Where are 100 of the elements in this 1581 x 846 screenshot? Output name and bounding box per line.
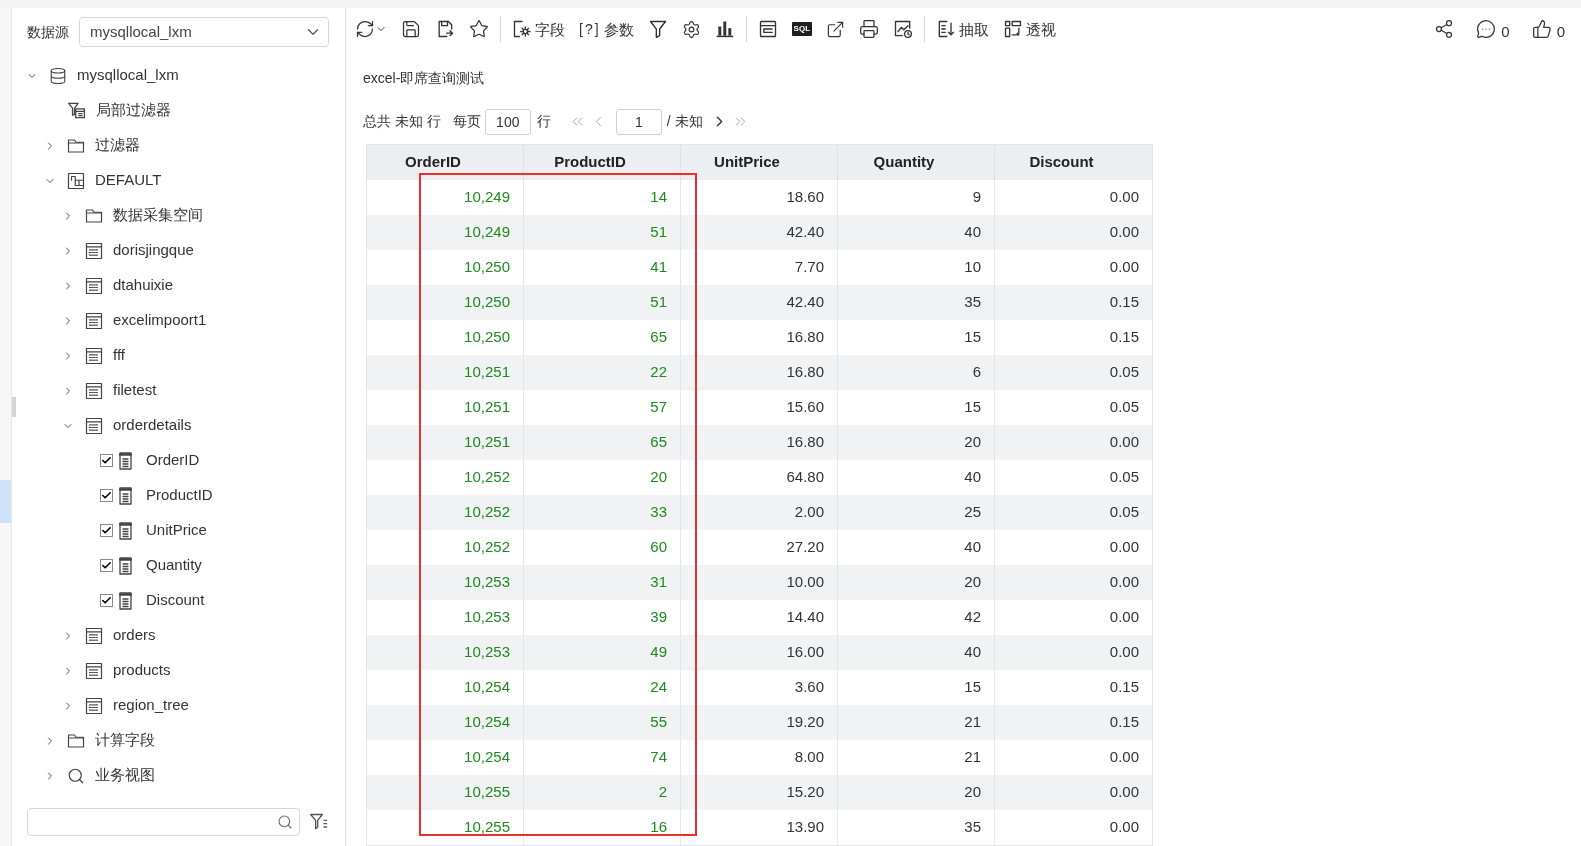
table-cell-text: 0.05 (1108, 397, 1140, 418)
table-icon (85, 311, 103, 330)
pivot-button[interactable]: 透视 (1003, 19, 1057, 39)
sql-button[interactable]: SQL (791, 22, 813, 36)
search-field[interactable] (27, 808, 300, 836)
grid-table-icon (67, 171, 85, 190)
tree-item[interactable]: mysqllocal_lxm (77, 64, 179, 87)
folder-icon (67, 731, 85, 750)
folder-icon (67, 136, 85, 155)
table-icon (85, 661, 103, 680)
table-cell-text: 0.00 (1108, 572, 1140, 593)
page-number-field[interactable]: 1 (615, 108, 662, 135)
extract-icon (936, 19, 957, 39)
table-cell-text: 0.00 (1108, 642, 1140, 663)
checkbox[interactable] (100, 524, 113, 537)
tree-item[interactable]: filetest (113, 379, 157, 402)
print-button[interactable] (859, 19, 880, 39)
table-cell-text: 0.15 (1108, 712, 1140, 733)
save-button[interactable] (401, 19, 421, 39)
datasource-select[interactable]: mysqllocal_lxm (79, 17, 329, 47)
total-rows-text: 总共 未知 行 (363, 112, 441, 131)
tree-item[interactable]: Quantity (146, 554, 202, 577)
fields-button[interactable]: 字段 (512, 19, 565, 39)
parameters-button[interactable]: [?] 参数 (579, 21, 634, 37)
table-cell-text: 0.05 (1108, 362, 1140, 383)
pivot-icon (1003, 19, 1024, 39)
field-icon (119, 591, 132, 610)
export-button[interactable] (826, 19, 846, 39)
table-cell-text: 0.00 (1108, 222, 1140, 243)
table-cell-text: 0.00 (1108, 432, 1140, 453)
table-icon (85, 346, 103, 365)
checkbox[interactable] (100, 559, 113, 572)
checkbox[interactable] (100, 594, 113, 607)
filter-button[interactable] (647, 19, 668, 39)
tree-item[interactable]: dtahuixie (113, 274, 174, 297)
tree-item[interactable]: 局部过滤器 (96, 99, 171, 122)
chart-clock-icon (893, 19, 914, 39)
report-title: excel-即席查询测试 (363, 68, 485, 88)
extract-button[interactable]: 抽取 (936, 19, 990, 39)
tree-item[interactable]: 过滤器 (95, 134, 140, 157)
share-button[interactable] (1434, 19, 1455, 39)
layout-button[interactable] (757, 19, 778, 39)
page-count-text: / 未知 (666, 112, 703, 131)
table-cell-text: 0.00 (1108, 537, 1140, 558)
filter-list-icon (309, 812, 329, 832)
table-cell-text: 0.00 (1108, 782, 1140, 803)
tree-item[interactable]: orders (113, 624, 156, 647)
printer-icon (859, 19, 880, 39)
tree-item[interactable]: 计算字段 (95, 729, 155, 752)
refresh-icon (355, 19, 375, 39)
tree-item[interactable]: 数据采集空间 (113, 204, 203, 227)
datasource-label: 数据源 (27, 22, 69, 42)
table-filter-icon (67, 101, 86, 120)
tree-item[interactable]: Discount (146, 589, 205, 612)
tree-item[interactable]: DEFAULT (95, 169, 162, 192)
tree-item[interactable]: ProductID (146, 484, 213, 507)
field-icon (119, 451, 132, 470)
table-icon (85, 696, 103, 715)
table-cell-text: 0.15 (1108, 292, 1140, 313)
table-cell: 13.90 (681, 810, 838, 845)
favorite-button[interactable] (469, 19, 489, 39)
settings-icon (681, 19, 701, 39)
tree-item[interactable]: UnitPrice (146, 519, 207, 542)
table-icon (85, 241, 103, 260)
star-icon (469, 19, 489, 39)
tree-item[interactable]: products (113, 659, 171, 682)
settings-button[interactable] (681, 19, 701, 39)
comment-icon (1476, 19, 1497, 39)
checkbox[interactable] (100, 489, 113, 502)
tree-item[interactable]: region_tree (113, 694, 189, 717)
search-icon (67, 766, 85, 785)
search-icon (277, 814, 293, 830)
page-size-field[interactable]: 100 (484, 108, 531, 135)
table-icon (85, 626, 103, 645)
external-link-icon (826, 19, 846, 39)
comment-button[interactable]: 0 (1476, 19, 1510, 39)
tree-item[interactable]: OrderID (146, 449, 200, 472)
column-header: Discount (1028, 152, 1095, 173)
table-cell-text: 0.05 (1108, 502, 1140, 523)
tree-item[interactable]: orderdetails (113, 414, 192, 437)
thumbs-up-icon (1531, 19, 1552, 39)
bar-chart-icon (714, 19, 735, 39)
field-settings-icon (512, 19, 532, 39)
tree-item[interactable]: fff (113, 344, 125, 367)
folder-icon (85, 206, 103, 225)
splitter-handle[interactable] (12, 397, 16, 417)
schedule-button[interactable] (893, 19, 914, 39)
chart-button[interactable] (714, 19, 735, 39)
table-cell-text: 0.00 (1108, 607, 1140, 628)
table-cell-text: 0.00 (1108, 747, 1140, 768)
table-icon (85, 381, 103, 400)
checkbox[interactable] (100, 454, 113, 467)
tree-item[interactable]: excelimpoort1 (113, 309, 207, 332)
tree-item[interactable]: 业务视图 (95, 764, 155, 787)
table-cell: 35 (838, 810, 995, 845)
like-button[interactable]: 0 (1531, 19, 1565, 39)
table-icon (85, 276, 103, 295)
refresh-button[interactable] (355, 19, 387, 39)
tree-item[interactable]: dorisjingque (113, 239, 194, 262)
database-icon (49, 66, 67, 85)
